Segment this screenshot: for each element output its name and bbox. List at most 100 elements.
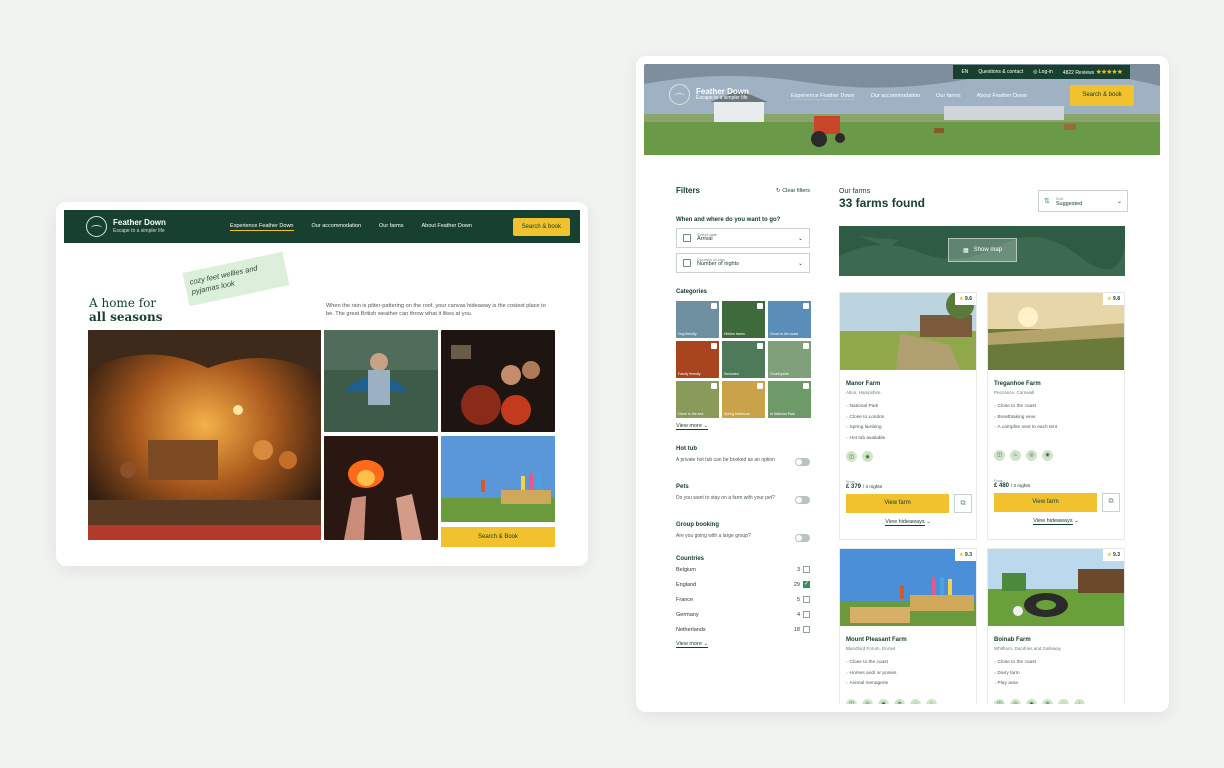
arrival-date-select[interactable]: Select date Arrival ⌄ <box>676 228 810 248</box>
hot-tub-toggle[interactable] <box>795 458 810 466</box>
checkbox[interactable] <box>711 383 717 389</box>
main-nav: Experience Feather Down Our accommodatio… <box>229 223 472 231</box>
nav-about[interactable]: About Feather Down <box>977 93 1027 100</box>
category-tile[interactable]: Countryside <box>768 341 811 378</box>
feature-item: Spring lambing <box>846 422 976 433</box>
compare-button[interactable]: ⧉ <box>954 494 972 513</box>
country-row[interactable]: Germany 4 <box>676 611 810 618</box>
feature-item: Close to the coast <box>994 657 1124 668</box>
group-toggle[interactable] <box>795 534 810 542</box>
brand[interactable]: Feather Down Escape to a simpler life <box>113 219 166 234</box>
login-link[interactable]: ◎ Log-in <box>1033 69 1053 75</box>
show-map-button[interactable]: ▦ Show map <box>948 238 1017 262</box>
fire-icon: ♨ <box>1010 449 1021 461</box>
view-farm-button[interactable]: View farm <box>846 494 949 513</box>
chevron-down-icon: ⌄ <box>797 261 803 267</box>
nav-about[interactable]: About Feather Down <box>421 223 471 231</box>
filters-title: Filters <box>676 186 701 195</box>
country-checkbox[interactable] <box>803 566 810 573</box>
farm-name: Boinab Farm <box>994 637 1031 643</box>
category-tile[interactable]: Hidden farms <box>722 301 765 338</box>
category-tile[interactable]: Close to the coast <box>768 301 811 338</box>
hot-tub-title: Hot tub <box>676 446 697 452</box>
amenity-icons: ◫ ◎ ◉ ◍ ◌ ♨ <box>994 698 1124 704</box>
language-selector[interactable]: EN <box>961 69 968 75</box>
country-row[interactable]: England 29 <box>676 580 810 588</box>
brand-name: Feather Down <box>113 218 166 227</box>
tile-search-book-button[interactable]: Search & Book <box>441 527 555 547</box>
nav-accommodation[interactable]: Our accommodation <box>871 93 921 100</box>
brand[interactable]: Feather Down Escape to a simpler life <box>669 84 749 105</box>
title-line-1: A home for <box>89 296 157 310</box>
checkbox[interactable] <box>803 383 809 389</box>
nav-experience[interactable]: Experience Feather Down <box>229 223 294 231</box>
logo-icon[interactable] <box>86 216 107 237</box>
category-tile[interactable]: Close to the sea <box>676 381 719 418</box>
site-header: Feather Down Escape to a simpler life Ex… <box>64 210 580 243</box>
country-count: 18 <box>793 626 800 633</box>
categories-view-more-link[interactable]: View more ⌄ <box>676 423 709 430</box>
arrival-value: Arrival <box>697 236 713 243</box>
utility-bar: EN Questions & contact ◎ Log-in 4822 Rev… <box>953 65 1130 79</box>
country-row[interactable]: France 5 <box>676 596 810 603</box>
country-count: 4 <box>796 611 800 618</box>
hot-tub-icon: ◫ <box>846 451 857 462</box>
category-tile[interactable]: Secluded <box>722 341 765 378</box>
nav-farms[interactable]: Our farms <box>936 93 960 100</box>
nights-select[interactable]: Duration of stay Number of nights ⌄ <box>676 253 810 273</box>
category-tile[interactable]: Spring barbecue <box>722 381 765 418</box>
category-tile[interactable]: Family friendly <box>676 341 719 378</box>
checkbox[interactable] <box>757 303 763 309</box>
pets-toggle[interactable] <box>795 496 810 504</box>
category-label: Close to the coast <box>770 332 799 336</box>
country-checkbox[interactable] <box>803 626 810 633</box>
farm-card[interactable]: ★ 9.8 Treganhoe Farm Penzance, Cornwall … <box>987 292 1125 540</box>
countries-view-more-link[interactable]: View more ⌄ <box>676 641 709 648</box>
checkbox[interactable] <box>711 343 717 349</box>
map-preview[interactable]: ▦ Show map <box>839 226 1125 276</box>
category-tile[interactable]: Dog friendly <box>676 301 719 338</box>
title-line-2: all seasons <box>89 310 163 324</box>
compare-button[interactable]: ⧉ <box>1102 492 1120 512</box>
nav-accommodation[interactable]: Our accommodation <box>312 223 362 231</box>
country-name: France <box>676 596 694 603</box>
questions-link[interactable]: Questions & contact <box>978 69 1023 75</box>
country-row[interactable]: Netherlands 18 <box>676 626 810 633</box>
checkbox[interactable] <box>757 383 763 389</box>
rating-badge: ★ 9.3 <box>1103 549 1124 561</box>
reviews-link[interactable]: 4822 Reviews ★★★★★ <box>1063 68 1123 76</box>
farms-page-screen: EN Questions & contact ◎ Log-in 4822 Rev… <box>644 64 1160 704</box>
country-checkbox[interactable] <box>803 596 810 603</box>
view-farm-button[interactable]: View farm <box>994 492 1097 512</box>
farm-card[interactable]: ★ 9.3 Boinab Farm Whithorn, Dumfries and… <box>987 548 1125 704</box>
category-label: Family friendly <box>678 372 701 376</box>
nav-farms[interactable]: Our farms <box>379 223 403 231</box>
checkbox[interactable] <box>711 303 717 309</box>
view-hideaways-link[interactable]: View hideaways ⌄ <box>840 519 976 526</box>
farm-card[interactable]: ★ 9.6 Manor Farm Alton, Hampshire Nation… <box>839 292 977 540</box>
country-checkbox[interactable] <box>803 611 810 618</box>
rating-badge: ★ 9.3 <box>955 549 976 561</box>
country-row[interactable]: Belgium 3 <box>676 566 810 573</box>
search-book-button[interactable]: Search & book <box>1070 85 1134 106</box>
checkbox[interactable] <box>803 343 809 349</box>
checkbox[interactable] <box>757 343 763 349</box>
price-block: From £ 480 / 3 nights <box>994 479 1124 489</box>
country-checkbox-checked[interactable] <box>803 580 810 588</box>
chevron-down-icon: ⌄ <box>703 423 709 429</box>
rain-umbrella-photo <box>324 330 438 432</box>
brand-tagline: Escape to a simpler life <box>696 95 748 101</box>
checkbox[interactable] <box>803 303 809 309</box>
group-desc: Are you going with a large group? <box>676 533 751 539</box>
category-label: Secluded <box>724 372 739 376</box>
clear-filters-link[interactable]: ↻ Clear filters <box>776 188 810 194</box>
view-hideaways-label: View hideaways <box>1033 517 1073 525</box>
category-tile[interactable]: In National Park <box>768 381 811 418</box>
stars-rating: ★★★★★ <box>1095 69 1123 76</box>
price-block: From £ 379 / 4 nights <box>846 480 976 490</box>
nav-experience[interactable]: Experience Feather Down <box>791 93 855 100</box>
sort-select[interactable]: ⇅ Sort Suggested ⌄ <box>1038 190 1128 212</box>
view-hideaways-link[interactable]: View hideaways ⌄ <box>988 517 1124 525</box>
search-book-button[interactable]: Search & book <box>512 217 570 236</box>
farm-card[interactable]: ★ 9.3 Mount Pleasant Farm Blandford Foru… <box>839 548 977 704</box>
